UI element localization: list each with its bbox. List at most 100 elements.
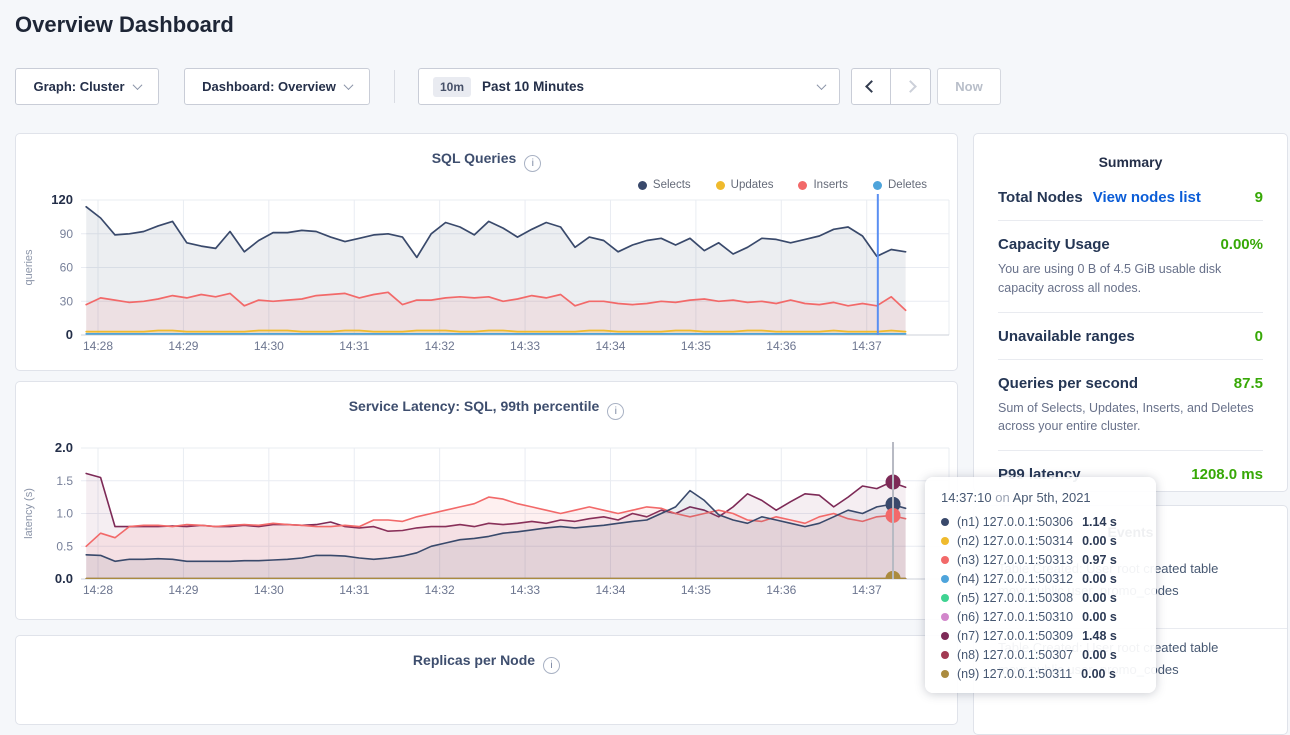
time-step-group [851, 68, 931, 105]
summary-card: Summary Total Nodes View nodes list 9 Ca… [973, 133, 1288, 492]
graph-dropdown[interactable]: Graph: Cluster [15, 68, 159, 105]
svg-text:60: 60 [60, 261, 74, 275]
time-range-selector[interactable]: 10m Past 10 Minutes [418, 68, 840, 105]
svg-text:2.0: 2.0 [55, 440, 73, 455]
svg-text:latency (s): latency (s) [23, 488, 35, 539]
tooltip-value: 0.00 s [1082, 534, 1117, 548]
legend-label: Inserts [813, 179, 848, 191]
replicas-card: Replicas per Node [15, 635, 958, 725]
sql-queries-chart[interactable]: 14:2814:2914:3014:3114:3214:3314:3414:35… [16, 192, 959, 366]
chevron-down-icon [132, 80, 142, 90]
tooltip-row: (n1) 127.0.0.1:503061.14 s [925, 512, 1156, 531]
svg-text:14:34: 14:34 [595, 583, 625, 597]
summary-label: Unavailable ranges [998, 328, 1135, 345]
svg-text:0.0: 0.0 [55, 571, 73, 586]
service-latency-chart[interactable]: 14:2814:2914:3014:3114:3214:3314:3414:35… [16, 440, 959, 616]
svg-text:14:33: 14:33 [510, 583, 540, 597]
legend-dot [798, 181, 807, 190]
info-icon[interactable] [543, 657, 560, 674]
tooltip-node: (n1) 127.0.0.1:50306 [957, 515, 1073, 529]
tooltip-node: (n4) 127.0.0.1:50312 [957, 572, 1073, 586]
tooltip-node: (n3) 127.0.0.1:50313 [957, 553, 1073, 567]
summary-value: 0 [1255, 328, 1263, 345]
node-color-dot [941, 556, 949, 564]
info-icon[interactable] [607, 403, 624, 420]
node-color-dot [941, 613, 949, 621]
legend-item-updates[interactable]: Updates [716, 179, 774, 191]
svg-text:14:32: 14:32 [425, 583, 455, 597]
service-latency-title-text: Service Latency: SQL, 99th percentile [349, 398, 600, 414]
tooltip-on: on [995, 490, 1009, 505]
legend-dot [873, 181, 882, 190]
view-nodes-list-link[interactable]: View nodes list [1093, 189, 1201, 206]
summary-label: Queries per second [998, 375, 1138, 392]
chevron-right-icon [904, 80, 917, 93]
tooltip-node: (n9) 127.0.0.1:50311 [957, 667, 1072, 681]
tooltip-node: (n7) 127.0.0.1:50309 [957, 629, 1073, 643]
svg-text:14:30: 14:30 [254, 583, 284, 597]
node-color-dot [941, 575, 949, 583]
replicas-title-text: Replicas per Node [413, 652, 535, 668]
svg-text:1.5: 1.5 [56, 474, 73, 488]
svg-text:0: 0 [66, 327, 73, 342]
tooltip-value: 0.00 s [1082, 648, 1117, 662]
summary-row-total-nodes: Total Nodes View nodes list 9 [998, 174, 1263, 221]
tooltip-row: (n4) 127.0.0.1:50312 0.00 s [925, 569, 1156, 588]
tooltip-row: (n8) 127.0.0.1:503070.00 s [925, 645, 1156, 664]
legend-dot [638, 181, 647, 190]
node-color-dot [941, 537, 949, 545]
summary-value: 0.00% [1220, 236, 1263, 253]
service-latency-title: Service Latency: SQL, 99th percentile [16, 398, 957, 420]
page-title: Overview Dashboard [15, 12, 234, 38]
tooltip-value: 0.00 s [1081, 667, 1116, 681]
time-range-label: Past 10 Minutes [482, 79, 584, 94]
tooltip-value: 0.00 s [1082, 591, 1117, 605]
svg-text:0.5: 0.5 [56, 539, 73, 553]
legend-label: Deletes [888, 179, 927, 191]
tooltip-row: (n2) 127.0.0.1:50314 0.00 s [925, 531, 1156, 550]
svg-text:14:36: 14:36 [766, 583, 796, 597]
tooltip-node: (n6) 127.0.0.1:50310 [957, 610, 1073, 624]
replicas-title: Replicas per Node [16, 652, 957, 674]
svg-text:14:32: 14:32 [425, 339, 455, 353]
tooltip-node: (n2) 127.0.0.1:50314 [957, 534, 1073, 548]
tooltip-value: 0.97 s [1082, 553, 1117, 567]
tooltip-timestamp: 14:37:10 on Apr 5th, 2021 [925, 488, 1156, 512]
now-button[interactable]: Now [937, 68, 1001, 105]
svg-text:14:35: 14:35 [681, 339, 711, 353]
sql-queries-title-text: SQL Queries [432, 150, 517, 166]
legend-label: Selects [653, 179, 691, 191]
svg-text:14:28: 14:28 [83, 583, 113, 597]
next-time-button[interactable] [891, 69, 930, 104]
service-latency-card: Service Latency: SQL, 99th percentile 14… [15, 381, 958, 620]
svg-text:90: 90 [60, 227, 74, 241]
tooltip-value: 1.48 s [1082, 629, 1117, 643]
svg-text:120: 120 [51, 192, 73, 207]
summary-row-capacity: Capacity Usage 0.00% You are using 0 B o… [998, 221, 1263, 313]
tooltip-row: (n7) 127.0.0.1:50309 1.48 s [925, 626, 1156, 645]
tooltip-date: Apr 5th, 2021 [1013, 490, 1091, 505]
legend-item-deletes[interactable]: Deletes [873, 179, 927, 191]
summary-value: 9 [1255, 189, 1263, 206]
summary-label: Total Nodes [998, 189, 1083, 206]
prev-time-button[interactable] [852, 69, 891, 104]
svg-text:14:28: 14:28 [83, 339, 113, 353]
summary-value: 1208.0 ms [1191, 466, 1263, 483]
dashboard-dropdown[interactable]: Dashboard: Overview [184, 68, 370, 105]
legend-item-selects[interactable]: Selects [638, 179, 691, 191]
summary-row-qps: Queries per second 87.5 Sum of Selects, … [998, 360, 1263, 452]
svg-text:14:30: 14:30 [254, 339, 284, 353]
tooltip-row: (n6) 127.0.0.1:503100.00 s [925, 607, 1156, 626]
legend-dot [716, 181, 725, 190]
svg-text:14:37: 14:37 [852, 583, 882, 597]
svg-text:queries: queries [23, 249, 35, 286]
tooltip-value: 0.00 s [1082, 572, 1117, 586]
svg-text:30: 30 [60, 294, 74, 308]
svg-text:14:29: 14:29 [168, 583, 198, 597]
legend-item-inserts[interactable]: Inserts [798, 179, 848, 191]
svg-text:14:34: 14:34 [595, 339, 625, 353]
time-range-badge: 10m [433, 77, 471, 97]
tooltip-row: (n9) 127.0.0.1:50311 0.00 s [925, 664, 1156, 683]
summary-subtext: You are using 0 B of 4.5 GiB usable disk… [998, 260, 1263, 298]
info-icon[interactable] [524, 155, 541, 172]
